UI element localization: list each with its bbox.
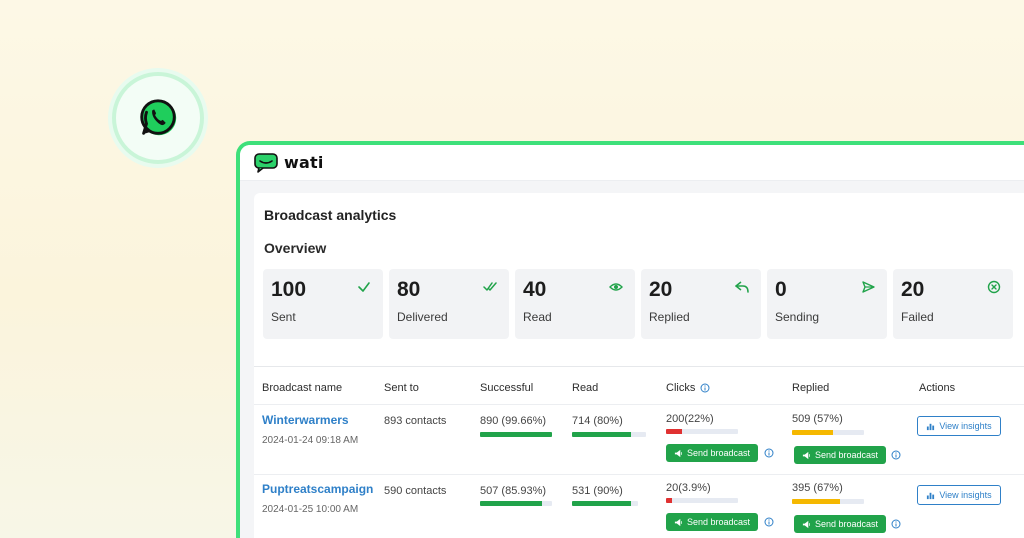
clicks-progress-bar [666, 429, 738, 434]
header-broadcast-name: Broadcast name [262, 382, 343, 394]
view-insights-label: View insights [939, 421, 992, 431]
stat-card-replied[interactable]: 20 Replied [641, 269, 761, 339]
successful-progress-fill [480, 501, 542, 506]
megaphone-icon [802, 520, 810, 528]
app-name: wati [284, 153, 324, 172]
read-value: 531 (90%) [572, 485, 623, 497]
clicks-progress-bar [666, 498, 738, 503]
megaphone-icon [802, 451, 810, 459]
read-progress-fill [572, 501, 632, 506]
send-icon [862, 281, 875, 293]
sent-to-value: 893 contacts [384, 415, 447, 427]
stat-label: Sent [271, 310, 296, 324]
bar-chart-icon [927, 423, 935, 430]
stat-card-read[interactable]: 40 Read [515, 269, 635, 339]
stat-card-sending[interactable]: 0 Sending [767, 269, 887, 339]
clicks-value: 200(22%) [666, 413, 714, 425]
check-icon [358, 282, 370, 292]
replied-progress-fill [792, 499, 841, 504]
stat-label: Sending [775, 310, 820, 324]
view-insights-button[interactable]: View insights [917, 416, 1001, 436]
info-icon[interactable] [700, 383, 710, 393]
page-title: Broadcast analytics [264, 207, 397, 223]
replied-progress-bar [792, 499, 864, 504]
send-broadcast-button[interactable]: Send broadcast [794, 515, 886, 533]
send-broadcast-button[interactable]: Send broadcast [666, 513, 758, 531]
read-value: 714 (80%) [572, 415, 623, 427]
info-icon[interactable] [891, 450, 901, 460]
replied-value: 509 (57%) [792, 413, 843, 425]
broadcast-date: 2024-01-25 10:00 AM [262, 504, 359, 515]
successful-progress-bar [480, 501, 552, 506]
section-title: Overview [264, 240, 327, 256]
app-window: wati Broadcast analytics Overview 100 Se… [236, 141, 1024, 538]
header-sent-to: Sent to [384, 382, 419, 394]
stat-card-delivered[interactable]: 80 Delivered [389, 269, 509, 339]
overview-stats: 100 Sent 80 Delivered 40 Read 20 Replied… [263, 269, 1013, 339]
replied-progress-bar [792, 430, 864, 435]
header-clicks-label: Clicks [666, 382, 696, 394]
replied-value: 395 (67%) [792, 482, 843, 494]
row-divider [254, 404, 1024, 405]
replied-progress-fill [792, 430, 834, 435]
eye-icon [609, 283, 623, 291]
megaphone-icon [674, 518, 682, 526]
successful-progress-bar [480, 432, 552, 437]
info-icon[interactable] [764, 517, 774, 527]
bar-chart-icon [927, 492, 935, 499]
info-icon[interactable] [764, 448, 774, 458]
stat-label: Read [523, 310, 552, 324]
broadcast-name-link[interactable]: Puptreatscampaign [262, 482, 373, 496]
send-broadcast-label: Send broadcast [814, 450, 879, 460]
whatsapp-icon [140, 99, 177, 136]
header-successful: Successful [480, 382, 534, 394]
info-icon[interactable] [891, 519, 901, 529]
clicks-progress-fill [666, 498, 672, 503]
failed-icon [987, 280, 1001, 294]
clicks-value: 20(3.9%) [666, 482, 711, 494]
stat-card-failed[interactable]: 20 Failed [893, 269, 1013, 339]
header-actions: Actions [919, 382, 956, 394]
section-divider [254, 366, 1024, 367]
read-progress-bar [572, 501, 638, 506]
view-insights-button[interactable]: View insights [917, 485, 1001, 505]
megaphone-icon [674, 449, 682, 457]
wati-logo-icon [254, 152, 278, 173]
broadcast-date: 2024-01-24 09:18 AM [262, 435, 359, 446]
stat-label: Delivered [397, 310, 448, 324]
broadcast-name-link[interactable]: Winterwarmers [262, 413, 349, 427]
stat-card-sent[interactable]: 100 Sent [263, 269, 383, 339]
send-broadcast-label: Send broadcast [686, 517, 751, 527]
successful-value: 507 (85.93%) [480, 485, 547, 497]
read-progress-bar [572, 432, 646, 437]
analytics-panel: Broadcast analytics Overview 100 Sent 80… [254, 193, 1024, 538]
top-bar: wati [240, 145, 1024, 181]
header-clicks: Clicks [666, 382, 710, 394]
successful-progress-fill [480, 432, 552, 437]
whatsapp-badge [112, 72, 204, 164]
stat-label: Replied [649, 310, 690, 324]
sent-to-value: 590 contacts [384, 485, 447, 497]
header-read: Read [572, 382, 599, 394]
send-broadcast-button[interactable]: Send broadcast [666, 444, 758, 462]
double-check-icon [483, 282, 497, 291]
send-broadcast-label: Send broadcast [686, 448, 751, 458]
clicks-progress-fill [666, 429, 682, 434]
row-divider [254, 474, 1024, 475]
read-progress-fill [572, 432, 632, 437]
stat-label: Failed [901, 310, 934, 324]
header-replied: Replied [792, 382, 830, 394]
successful-value: 890 (99.66%) [480, 415, 547, 427]
view-insights-label: View insights [939, 490, 992, 500]
send-broadcast-button[interactable]: Send broadcast [794, 446, 886, 464]
reply-icon [735, 281, 749, 293]
send-broadcast-label: Send broadcast [814, 519, 879, 529]
